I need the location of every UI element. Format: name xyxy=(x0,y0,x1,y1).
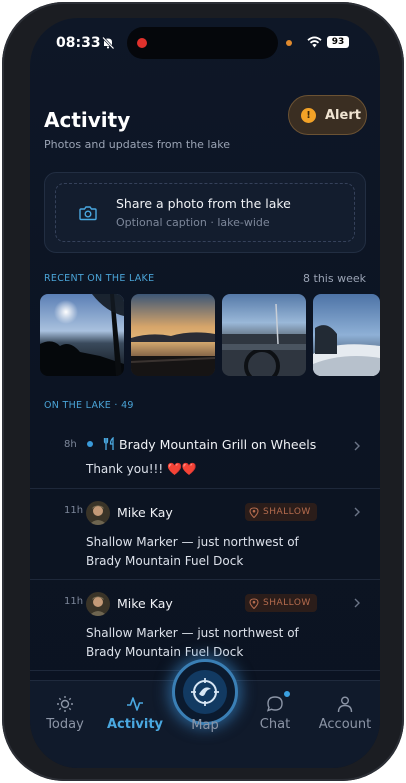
page-subtitle: Photos and updates from the lake xyxy=(44,138,230,151)
recording-dot xyxy=(137,38,147,48)
camera-icon xyxy=(79,206,97,221)
location-pin-icon xyxy=(249,506,259,518)
map-button-core xyxy=(183,670,227,714)
battery-indicator: 93 xyxy=(327,36,349,48)
tab-map[interactable] xyxy=(172,659,238,725)
bell-muted-icon xyxy=(102,36,115,50)
alert-button[interactable]: ! Alert xyxy=(288,95,367,135)
feed-time: 8h xyxy=(64,439,77,450)
feed-section-label: ON THE LAKE · 49 xyxy=(44,400,134,411)
warning-icon: ! xyxy=(301,107,316,123)
tab-label: Today xyxy=(46,717,84,732)
wifi-icon xyxy=(307,36,322,48)
tab-account[interactable]: Account xyxy=(310,695,380,732)
alert-button-label: Alert xyxy=(325,107,361,123)
feed-body: Thank you!!! ❤️❤️ xyxy=(86,462,197,476)
utensils-icon xyxy=(103,437,114,450)
privacy-indicator xyxy=(286,40,292,46)
tab-today[interactable]: Today xyxy=(30,695,100,732)
tab-label: Chat xyxy=(259,717,291,732)
recent-photo[interactable] xyxy=(40,294,124,376)
person-icon xyxy=(337,696,353,713)
tab-chat[interactable]: Chat xyxy=(240,695,310,732)
chevron-right-icon xyxy=(354,441,360,451)
feed-body-line: Brady Mountain Fuel Dock xyxy=(86,554,244,568)
share-title: Share a photo from the lake xyxy=(116,196,291,211)
chat-notification-dot xyxy=(283,690,291,698)
dynamic-island xyxy=(127,27,278,59)
app-screen: 08:33 93 Activity Photos and updates fro… xyxy=(30,18,380,768)
share-photo-card[interactable]: Share a photo from the lake Optional cap… xyxy=(44,172,366,253)
feed-title: Mike Kay xyxy=(117,596,173,611)
share-photo-dropzone[interactable]: Share a photo from the lake Optional cap… xyxy=(55,183,355,242)
tab-map-label: Map xyxy=(191,718,219,733)
tab-activity[interactable]: Activity xyxy=(100,695,170,732)
badge-label: SHALLOW xyxy=(263,507,311,517)
list-item[interactable]: 11h Mike Kay SHALLOW Shallow Marker — ju… xyxy=(30,580,380,671)
feed-time: 11h xyxy=(64,596,84,607)
status-badge: SHALLOW xyxy=(245,503,317,521)
tab-label: Account xyxy=(318,717,372,732)
page-title: Activity xyxy=(44,108,131,132)
status-bar: 08:33 93 xyxy=(30,18,380,66)
status-badge: SHALLOW xyxy=(245,594,317,612)
list-item[interactable]: 11h Mike Kay SHALLOW Shallow Marker — ju… xyxy=(30,489,380,580)
compass-icon xyxy=(191,678,219,706)
feed-title: Mike Kay xyxy=(117,505,173,520)
share-caption: Optional caption · lake-wide xyxy=(116,216,270,229)
recent-photo[interactable] xyxy=(222,294,306,376)
location-pin-icon xyxy=(249,597,259,609)
status-time: 08:33 xyxy=(56,35,101,51)
list-item[interactable]: 8h Brady Mountain Grill on Wheels Thank … xyxy=(30,423,380,489)
feed-body-line: Brady Mountain Fuel Dock xyxy=(86,645,244,659)
recent-photo[interactable] xyxy=(313,294,380,376)
tab-label: Activity xyxy=(106,717,164,732)
chevron-right-icon xyxy=(354,598,360,608)
chat-icon xyxy=(266,696,283,712)
sun-icon xyxy=(57,696,73,712)
unread-dot xyxy=(87,441,93,447)
recent-photo[interactable] xyxy=(131,294,215,376)
feed-title: Brady Mountain Grill on Wheels xyxy=(119,437,317,452)
feed-body-line: Shallow Marker — just northwest of xyxy=(86,626,299,640)
chevron-right-icon xyxy=(354,507,360,517)
avatar xyxy=(86,592,110,616)
activity-icon xyxy=(127,697,143,711)
feed-body-line: Shallow Marker — just northwest of xyxy=(86,535,299,549)
phone-frame: 08:33 93 Activity Photos and updates fro… xyxy=(2,2,404,781)
badge-label: SHALLOW xyxy=(263,598,311,608)
recent-section-label: RECENT ON THE LAKE xyxy=(44,273,155,284)
recent-count: 8 this week xyxy=(303,272,366,285)
feed-time: 11h xyxy=(64,505,84,516)
avatar xyxy=(86,501,110,525)
